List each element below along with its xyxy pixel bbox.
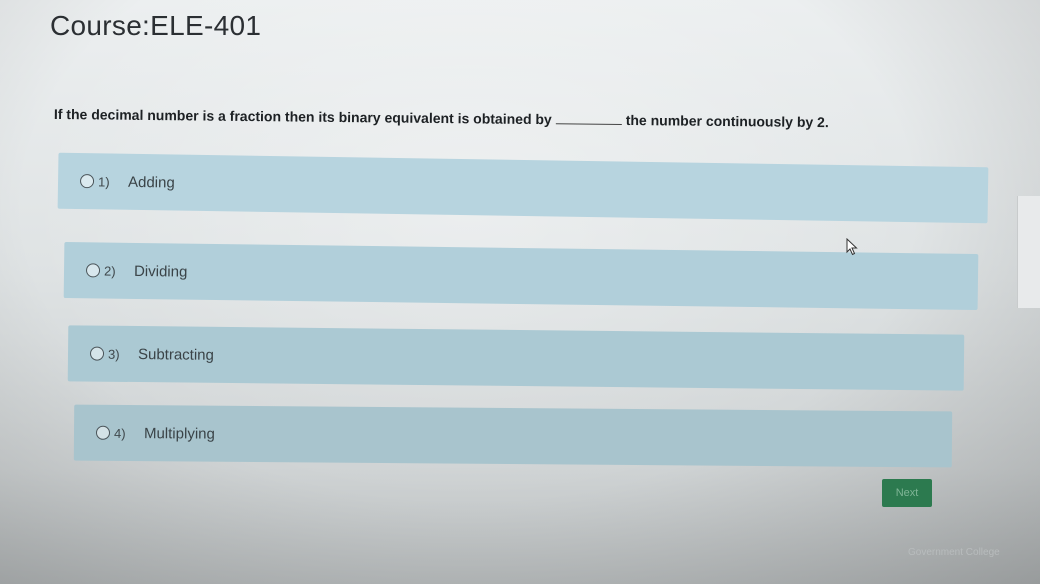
question-text: If the decimal number is a fraction then… — [54, 106, 984, 132]
mouse-pointer-icon — [846, 238, 858, 256]
question-blank — [555, 123, 622, 125]
option-number: 1) — [97, 173, 110, 190]
footer-text: Government College — [908, 547, 1000, 558]
option-2[interactable]: 2) Dividing — [63, 242, 979, 310]
radio-icon[interactable] — [89, 346, 105, 361]
option-number: 2) — [103, 263, 116, 279]
next-button[interactable]: Next — [882, 479, 932, 507]
scrollbar-edge — [1017, 196, 1040, 308]
option-1[interactable]: 1) Adding — [57, 152, 989, 224]
option-3[interactable]: 3) Subtracting — [67, 325, 965, 391]
radio-icon[interactable] — [79, 174, 95, 189]
option-4[interactable]: 4) Multiplying — [73, 404, 953, 468]
radio-icon[interactable] — [85, 263, 101, 278]
option-number: 4) — [113, 425, 126, 441]
radio-icon[interactable] — [95, 425, 111, 440]
option-label: Multiplying — [143, 424, 215, 443]
option-label: Subtracting — [137, 345, 214, 364]
question-text-before: If the decimal number is a fraction then… — [53, 106, 552, 128]
course-title: Course:ELE-401 — [50, 10, 262, 41]
option-number: 3) — [107, 346, 120, 362]
option-label: Dividing — [133, 262, 188, 281]
question-text-after: the number continuously by 2. — [625, 111, 829, 131]
option-label: Adding — [127, 173, 175, 192]
